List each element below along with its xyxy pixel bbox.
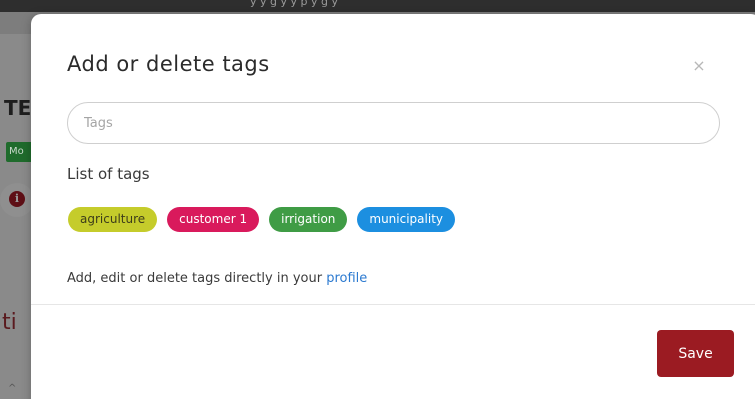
profile-hint: Add, edit or delete tags directly in you… [67, 271, 367, 286]
save-button[interactable]: Save [657, 330, 734, 377]
modal-title: Add or delete tags [67, 52, 270, 76]
tags-list-label: List of tags [67, 165, 150, 183]
background-badge: Mo [6, 142, 34, 162]
info-icon: i [9, 191, 25, 207]
tags-modal: Add or delete tags × List of tags agricu… [31, 14, 755, 399]
background-bottom-fragment: ^ [8, 383, 17, 394]
background-top-bar-text: y y g y y p y g y [250, 0, 338, 8]
footer-divider [31, 304, 755, 305]
profile-link[interactable]: profile [326, 271, 367, 286]
tags-input[interactable] [67, 102, 720, 144]
background-section-fragment: ti [2, 310, 17, 335]
tag-chip-municipality[interactable]: municipality [357, 207, 456, 232]
tag-chip-irrigation[interactable]: irrigation [269, 207, 348, 232]
background-title-fragment: TE [4, 96, 32, 120]
tags-list: agriculture customer 1 irrigation munici… [68, 207, 456, 232]
tag-chip-agriculture[interactable]: agriculture [68, 207, 158, 232]
close-icon[interactable]: × [691, 57, 707, 75]
background-top-bar: y y g y y p y g y [0, 0, 755, 12]
tag-chip-customer-1[interactable]: customer 1 [167, 207, 260, 232]
profile-hint-text: Add, edit or delete tags directly in you… [67, 271, 327, 286]
